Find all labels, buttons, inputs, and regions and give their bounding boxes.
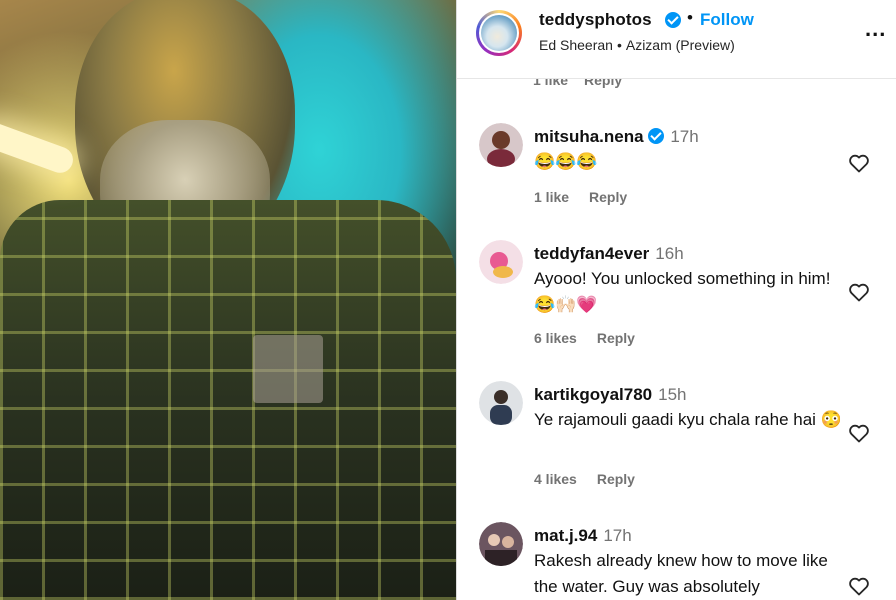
comment-time: 16h: [655, 244, 684, 263]
comment-avatar[interactable]: [479, 123, 523, 167]
comment-text: Ye rajamouli gaadi kyu chala rahe hai 😳: [534, 410, 842, 429]
heart-icon[interactable]: [847, 151, 871, 175]
comment-username[interactable]: mitsuha.nena 17h: [534, 127, 699, 147]
media-person-shirt: [0, 200, 456, 600]
header-separator: •: [687, 8, 693, 27]
comment-time: 15h: [658, 385, 687, 404]
media-shirt-pocket: [253, 335, 323, 403]
audio-separator: •: [616, 37, 622, 53]
reply-button[interactable]: Reply: [597, 471, 635, 487]
comment-username-text: kartikgoyal780: [534, 385, 653, 404]
verified-badge-icon: [665, 12, 681, 28]
reply-button[interactable]: Reply: [589, 189, 627, 205]
comment-avatar[interactable]: [479, 381, 523, 425]
comment-username[interactable]: kartikgoyal780 15h: [534, 385, 687, 405]
comment-likes[interactable]: 4 likes: [534, 471, 577, 487]
comment-meta: 1 like Reply: [534, 189, 627, 205]
heart-icon[interactable]: [847, 574, 871, 598]
comments-panel: teddysphotos • Follow Ed Sheeran • Azizam …: [457, 0, 896, 600]
heart-icon[interactable]: [847, 421, 871, 445]
comment-time: 17h: [670, 127, 699, 146]
comment-likes[interactable]: 6 likes: [534, 330, 577, 346]
comment-username-text: mitsuha.nena: [534, 127, 644, 146]
comment-meta: 4 likes Reply: [534, 471, 635, 487]
follow-button[interactable]: Follow: [700, 10, 754, 30]
comment-likes[interactable]: 1 like: [534, 189, 569, 205]
comment-text: 😂😂😂: [534, 152, 598, 171]
heart-icon[interactable]: [847, 280, 871, 304]
audio-artist: Ed Sheeran: [539, 37, 613, 53]
author-avatar-photo: [481, 15, 517, 51]
comment-meta: 6 likes Reply: [534, 330, 635, 346]
comment-avatar[interactable]: [479, 240, 523, 284]
comment-avatar[interactable]: [479, 522, 523, 566]
audio-title: Azizam (Preview): [625, 37, 735, 53]
post-header: teddysphotos • Follow Ed Sheeran • Azizam …: [457, 0, 896, 79]
comment-text: Rakesh already knew how to move like the…: [534, 551, 828, 596]
reply-button[interactable]: Reply: [597, 330, 635, 346]
author-username[interactable]: teddysphotos: [539, 10, 652, 30]
comment-text: Ayooo! You unlocked something in him! 😂🙌…: [534, 269, 831, 314]
comment-username[interactable]: teddyfan4ever 16h: [534, 244, 684, 264]
comment-username[interactable]: mat.j.94 17h: [534, 526, 632, 546]
verified-badge-icon: [648, 128, 665, 144]
comment-time: 17h: [603, 526, 632, 545]
post-media[interactable]: [0, 0, 456, 600]
media-light: [0, 119, 77, 177]
audio-info[interactable]: Ed Sheeran • Azizam (Preview): [539, 37, 735, 53]
author-avatar[interactable]: [476, 10, 522, 56]
more-options-icon[interactable]: ...: [865, 16, 886, 42]
comment-username-text: mat.j.94: [534, 526, 598, 545]
comment-username-text: teddyfan4ever: [534, 244, 650, 263]
